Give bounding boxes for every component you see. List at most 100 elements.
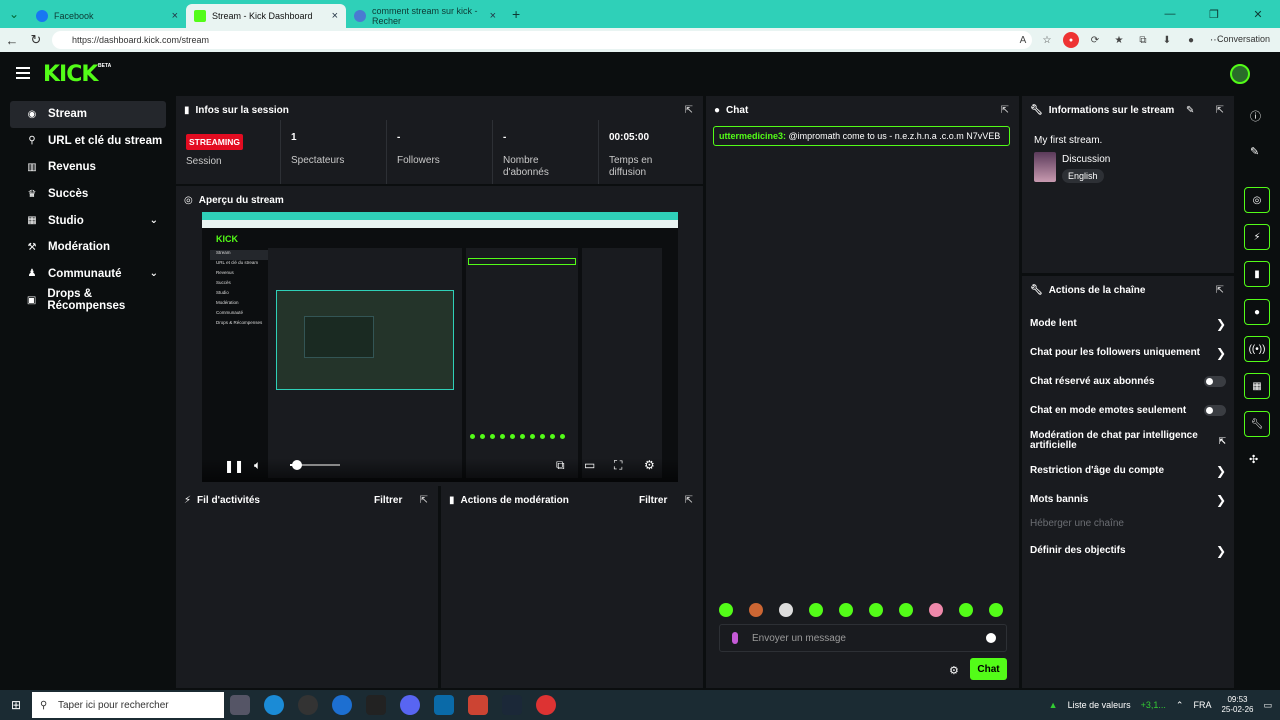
capcut-icon[interactable]	[366, 695, 386, 715]
chat-settings-gear-icon[interactable]: ⚙	[949, 664, 959, 677]
action-emotes-only[interactable]: Chat en mode emotes seulement	[1030, 405, 1226, 416]
sidebar-item-studio[interactable]: ▦ Studio ⌄	[10, 207, 166, 234]
volume-knob[interactable]	[292, 460, 302, 470]
action-subscribers-only[interactable]: Chat réservé aux abonnés	[1030, 376, 1226, 387]
emote-icon[interactable]	[899, 603, 913, 617]
emote-icon[interactable]	[959, 603, 973, 617]
popout-icon[interactable]: ⇱	[1216, 105, 1224, 116]
sidebar-item-stream[interactable]: ◉ Stream	[10, 101, 166, 128]
taskbar-search[interactable]: ⚲ Taper ici pour rechercher	[32, 692, 224, 718]
sidebar-item-community[interactable]: ♟ Communauté ⌄	[10, 261, 166, 288]
sidebar-item-revenue[interactable]: ▥ Revenus	[10, 154, 166, 181]
close-tab-icon[interactable]: ×	[332, 10, 338, 22]
rail-chat-button[interactable]: ●	[1244, 299, 1270, 325]
emote-icon[interactable]	[719, 603, 733, 617]
kick-logo[interactable]: KICK	[43, 62, 98, 87]
tab-facebook[interactable]: Facebook ×	[28, 4, 186, 28]
action-slow-mode[interactable]: Mode lent ❯	[1030, 317, 1226, 331]
close-tab-icon[interactable]: ×	[490, 10, 496, 22]
chat-username[interactable]: uttermedicine3:	[719, 131, 786, 141]
notifications-icon[interactable]: ▭	[1263, 700, 1272, 711]
steam-icon[interactable]	[502, 695, 522, 715]
action-set-goals[interactable]: Définir des objectifs ❯	[1030, 544, 1226, 558]
maximize-icon[interactable]: ❐	[1192, 0, 1236, 28]
url-field[interactable]: https://dashboard.kick.com/stream	[52, 31, 1032, 49]
action-followers-only[interactable]: Chat pour les followers uniquement ❯	[1030, 346, 1226, 360]
clock[interactable]: 09:53 25-02-26	[1221, 695, 1253, 715]
hidden-icons-chevron-icon[interactable]: ⌃	[1176, 700, 1184, 711]
action-age-restriction[interactable]: Restriction d'âge du compte ❯	[1030, 464, 1226, 478]
popout-icon[interactable]: ⇱	[685, 495, 693, 506]
close-tab-icon[interactable]: ×	[172, 10, 178, 22]
category-name[interactable]: Discussion	[1062, 154, 1110, 165]
edge-icon[interactable]	[264, 695, 284, 715]
emote-icon[interactable]	[809, 603, 823, 617]
popout-icon[interactable]: ⇱	[420, 495, 428, 506]
download-icon[interactable]: ⬇	[1159, 32, 1175, 48]
user-avatar[interactable]	[1230, 64, 1250, 84]
tab-search[interactable]: comment stream sur kick - Recher ×	[346, 4, 504, 28]
read-aloud-icon[interactable]: A	[1015, 32, 1031, 48]
task-view-icon[interactable]	[230, 695, 250, 715]
language-indicator[interactable]: FRA	[1193, 700, 1211, 710]
emote-icon[interactable]	[929, 603, 943, 617]
chrome-icon[interactable]	[536, 695, 556, 715]
rail-broadcast-button[interactable]: ((•))	[1244, 336, 1270, 362]
edit-pencil-icon[interactable]: ✎	[1186, 105, 1194, 116]
action-ai-moderation[interactable]: Modération de chat par intelligence arti…	[1030, 431, 1226, 451]
rail-camera-button[interactable]: ◎	[1244, 187, 1270, 213]
layout-icon[interactable]: ✣	[1249, 453, 1258, 466]
tab-menu-chevron-icon[interactable]: ⌄	[0, 0, 28, 28]
refresh-icon[interactable]: ↻	[24, 32, 48, 48]
sidebar-item-url-key[interactable]: ⚲ URL et clé du stream	[10, 128, 166, 155]
volume-icon[interactable]: 🔈︎	[254, 458, 261, 473]
action-banned-words[interactable]: Mots bannis ❯	[1030, 493, 1226, 507]
windows-start-icon[interactable]: ⊞	[0, 698, 32, 712]
emote-icon[interactable]	[839, 603, 853, 617]
collections-icon[interactable]: ⧉	[1135, 32, 1151, 48]
subscribers-only-toggle[interactable]	[1204, 376, 1226, 387]
emoji-icon[interactable]	[986, 633, 996, 643]
sidebar-item-moderation[interactable]: ⚒ Modération	[10, 234, 166, 261]
profile-icon[interactable]: ●	[1183, 32, 1199, 48]
back-icon[interactable]: ←	[0, 33, 24, 48]
favorite-icon[interactable]: ☆	[1039, 32, 1055, 48]
rail-activity-button[interactable]: ⚡	[1244, 224, 1270, 250]
favorites-icon[interactable]: ★	[1111, 32, 1127, 48]
popout-icon[interactable]: ⇱	[1001, 105, 1009, 116]
rail-moderation-button[interactable]: ▮	[1244, 261, 1270, 287]
filter-button[interactable]: Filtrer	[374, 495, 402, 506]
popout-icon[interactable]: ⇱	[1216, 285, 1224, 296]
fullscreen-icon[interactable]: ⛶	[614, 458, 622, 473]
obs-icon[interactable]	[298, 695, 318, 715]
hamburger-menu-icon[interactable]	[16, 67, 30, 82]
conversation-button[interactable]: Conversation	[1217, 34, 1270, 44]
sidebar-item-drops[interactable]: ▣ Drops & Récompenses	[10, 287, 166, 314]
category-thumbnail[interactable]	[1034, 152, 1056, 182]
emotes-only-toggle[interactable]	[1204, 405, 1226, 416]
stream-deck-icon[interactable]	[434, 695, 454, 715]
refresh-ext-icon[interactable]: ⟳	[1087, 32, 1103, 48]
filter-button[interactable]: Filtrer	[639, 495, 667, 506]
tray-widget-label[interactable]: Liste de valeurs	[1068, 700, 1131, 710]
stream-preview-video[interactable]: KICK Stream URL et clé du stream Revenus…	[202, 212, 678, 482]
theater-mode-icon[interactable]: ▭	[584, 458, 595, 472]
rail-session-button[interactable]: ▦	[1244, 373, 1270, 399]
discord-icon[interactable]	[400, 695, 420, 715]
tab-kick-dashboard[interactable]: Stream - Kick Dashboard ×	[186, 4, 346, 28]
popout-icon[interactable]: ⇱	[685, 105, 693, 116]
edit-pencil-icon[interactable]: ✎	[1250, 145, 1259, 158]
chat-message[interactable]: uttermedicine3: @impromath come to us - …	[713, 126, 1010, 146]
info-circle-icon[interactable]: ⓘ	[1250, 108, 1261, 124]
picture-in-picture-icon[interactable]: ⧉	[556, 458, 565, 473]
minimize-icon[interactable]: —	[1148, 0, 1192, 28]
chat-send-button[interactable]: Chat	[970, 658, 1007, 680]
settings-gear-icon[interactable]: ⚙	[644, 458, 655, 472]
emote-icon[interactable]	[749, 603, 763, 617]
game-app-icon[interactable]	[468, 695, 488, 715]
pause-icon[interactable]: ❚❚	[224, 459, 244, 473]
close-window-icon[interactable]: ✕	[1236, 0, 1280, 28]
microphone-icon[interactable]	[732, 632, 738, 644]
new-tab-icon[interactable]: +	[512, 6, 520, 22]
extension-icon[interactable]: ●	[1063, 32, 1079, 48]
